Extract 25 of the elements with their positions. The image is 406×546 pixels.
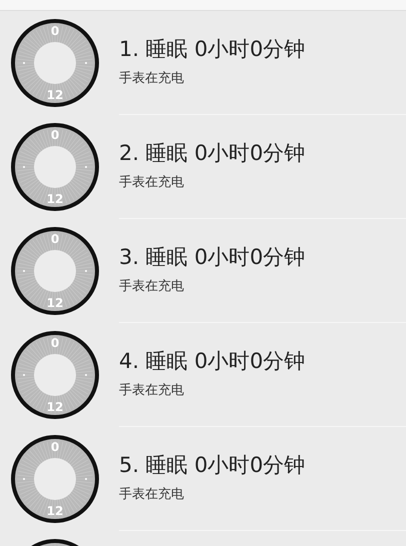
clock-label: 12 (46, 297, 64, 310)
clock-dial-icon (11, 435, 99, 523)
sleep-status: 手表在充电 (119, 70, 185, 87)
sleep-title: 3. 睡眠 0小时0分钟 (119, 244, 306, 271)
sleep-title: 4. 睡眠 0小时0分钟 (119, 348, 306, 375)
clock-dial-icon (11, 331, 99, 419)
sleep-title: 5. 睡眠 0小时0分钟 (119, 452, 306, 479)
sleep-title: 1. 睡眠 0小时0分钟 (119, 36, 306, 63)
sleep-title: 2. 睡眠 0小时0分钟 (119, 140, 306, 167)
clock-label: 12 (46, 505, 64, 518)
clock-dial-icon (11, 19, 99, 107)
sleep-status: 手表在充电 (119, 278, 185, 295)
clock-label: 12 (46, 401, 64, 414)
clock-label: 0 (50, 25, 60, 38)
clock-dial-icon (11, 227, 99, 315)
clock-dial-icon (11, 123, 99, 211)
clock-label: 0 (50, 129, 60, 142)
sleep-status: 手表在充电 (119, 486, 185, 503)
clock-label: 12 (46, 89, 64, 102)
clock-label: 0 (50, 233, 60, 246)
clock-label: 12 (46, 193, 64, 206)
sleep-status: 手表在充电 (119, 382, 185, 399)
sleep-status: 手表在充电 (119, 174, 185, 191)
clock-label: 0 (50, 441, 60, 454)
clock-label: 0 (50, 337, 60, 350)
